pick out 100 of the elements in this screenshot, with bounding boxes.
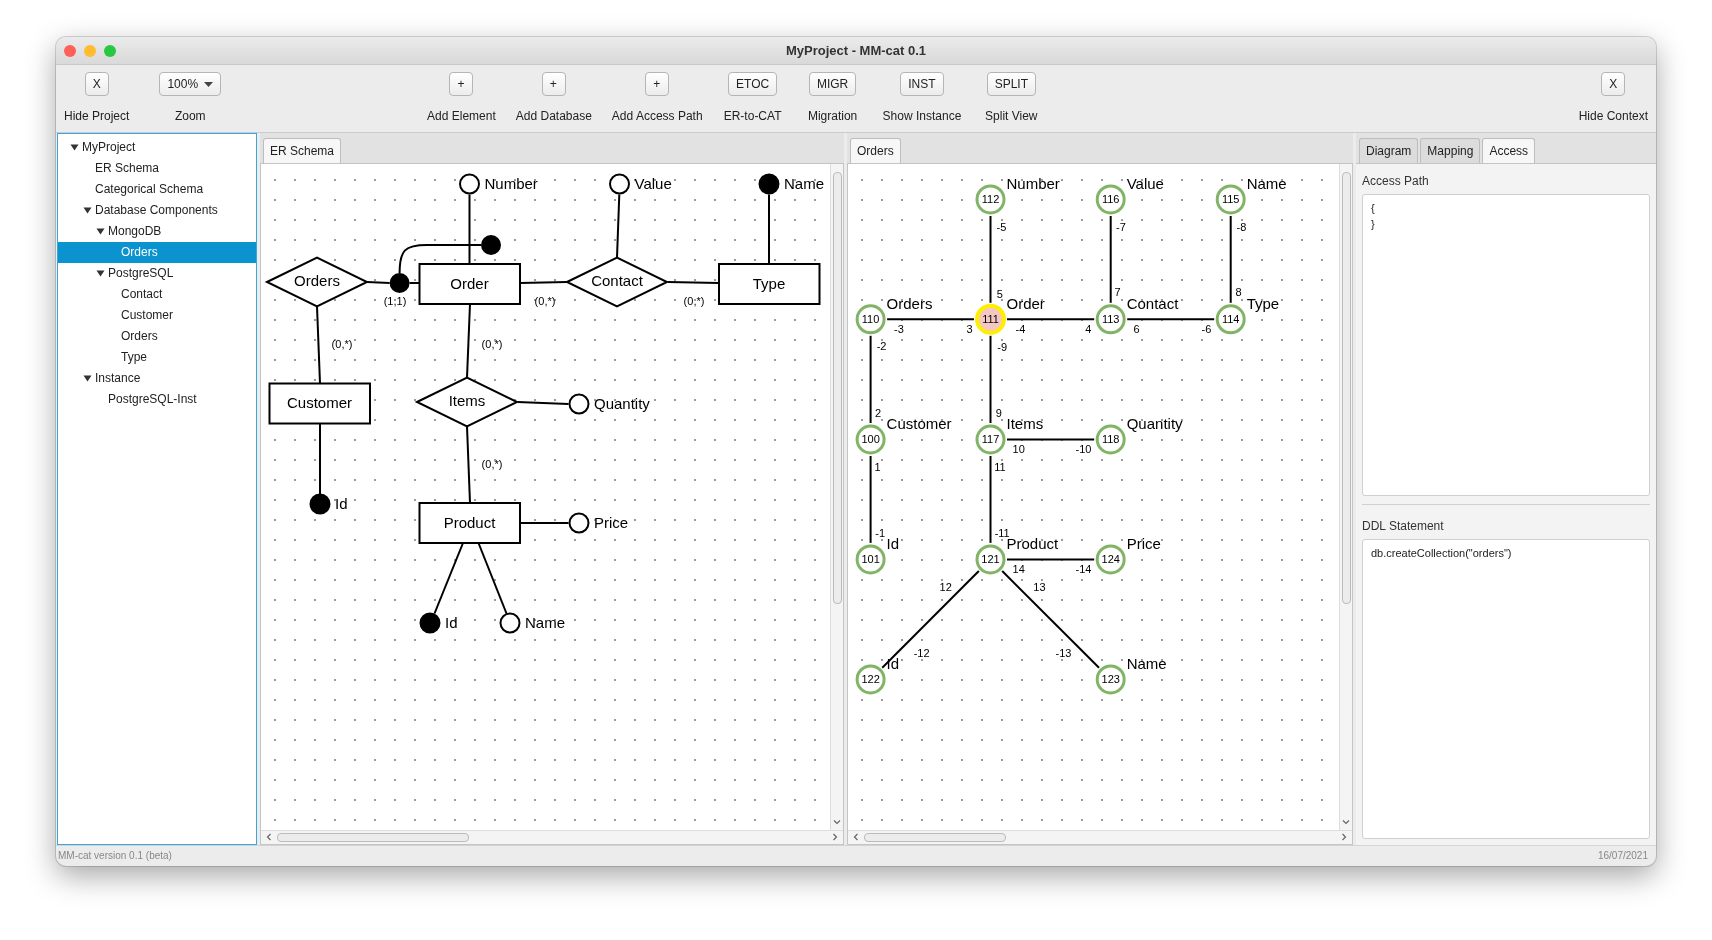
- access-path-field[interactable]: { }: [1362, 193, 1650, 496]
- attribute-name: Id: [445, 613, 458, 631]
- toolbar-label: Zoom: [174, 109, 206, 124]
- morphism-label: -13: [1055, 646, 1072, 659]
- toolbar-button[interactable]: +: [449, 72, 474, 97]
- morphism-label: 12: [939, 580, 952, 593]
- object-node[interactable]: [1215, 183, 1246, 214]
- object-node[interactable]: [1095, 183, 1126, 214]
- toolbar-label: Migration: [807, 109, 858, 124]
- caret-icon: [204, 81, 214, 87]
- expanded-triangle-icon[interactable]: [83, 373, 92, 383]
- scroll-down-icon[interactable]: [1342, 817, 1350, 826]
- object-node[interactable]: [975, 424, 1006, 455]
- object-id: 100: [861, 432, 880, 445]
- scroll-left-icon[interactable]: [852, 833, 860, 842]
- object-id: 101: [861, 552, 880, 565]
- morphism-label: -12: [913, 646, 930, 659]
- context-tab[interactable]: Access: [1482, 137, 1536, 163]
- tree-item[interactable]: Instance: [58, 367, 256, 389]
- cardinality-label: (0,*): [481, 457, 503, 470]
- zoom-dropdown[interactable]: 100%: [159, 72, 222, 97]
- pane-tab[interactable]: Orders: [850, 137, 901, 163]
- object-name: Order: [1006, 294, 1045, 312]
- expanded-triangle-icon[interactable]: [70, 142, 79, 152]
- object-name: Name: [1126, 654, 1167, 672]
- object-node[interactable]: [1095, 424, 1126, 455]
- toolbar-button[interactable]: +: [541, 72, 566, 97]
- object-node[interactable]: [975, 183, 1006, 214]
- tree-item[interactable]: Categorical Schema: [58, 178, 256, 200]
- expanded-triangle-icon[interactable]: [96, 226, 105, 236]
- cardinality-label: (0,*): [683, 294, 705, 307]
- object-id: 124: [1101, 552, 1120, 565]
- object-node[interactable]: [855, 663, 886, 694]
- toolbar-button[interactable]: X: [1601, 72, 1626, 97]
- expanded-triangle-icon[interactable]: [83, 205, 92, 215]
- morphism-label: -9: [997, 340, 1008, 353]
- morphism-label: 5: [996, 287, 1003, 300]
- object-node[interactable]: [975, 543, 1006, 574]
- tree-item[interactable]: Type: [58, 346, 256, 368]
- object-node[interactable]: [855, 543, 886, 574]
- field-label: DDL Statement: [1362, 518, 1445, 533]
- toolbar-label: Show Instance: [882, 109, 962, 124]
- object-node[interactable]: [1095, 543, 1126, 574]
- object-id: 117: [981, 432, 1000, 445]
- toolbar-button[interactable]: MIGR: [808, 72, 857, 97]
- toolbar-button[interactable]: +: [645, 72, 670, 97]
- object-id: 112: [981, 192, 1000, 205]
- toolbar-label: ER-to-CAT: [723, 109, 782, 124]
- tree-item[interactable]: MongoDB: [58, 220, 256, 242]
- expanded-triangle-icon[interactable]: [96, 268, 105, 278]
- object-name: Quantity: [1126, 415, 1183, 432]
- scroll-left-icon[interactable]: [265, 833, 273, 842]
- pane-tab[interactable]: ER Schema: [263, 137, 342, 163]
- object-id: 115: [1221, 192, 1240, 205]
- vertical-scrollbar[interactable]: [1339, 163, 1352, 830]
- context-tab[interactable]: Diagram: [1359, 137, 1419, 163]
- tree-item[interactable]: PostgreSQL-Inst: [58, 388, 256, 410]
- object-node[interactable]: [1095, 303, 1126, 334]
- attribute-name: Name: [525, 613, 565, 631]
- morphism-label: -8: [1236, 220, 1247, 233]
- morphism-label: 7: [1114, 285, 1121, 298]
- scroll-down-icon[interactable]: [833, 817, 841, 826]
- toolbar-button[interactable]: X: [84, 72, 109, 97]
- object-node[interactable]: [855, 424, 886, 455]
- ddl-field[interactable]: db.createCollection("orders"): [1362, 538, 1650, 839]
- tree-item[interactable]: Contact: [58, 283, 256, 305]
- toolbar-label: Add Access Path: [611, 109, 703, 124]
- scroll-right-icon[interactable]: [831, 833, 839, 842]
- morphism-label: 1: [874, 460, 881, 473]
- morphism-label: 14: [1012, 562, 1025, 575]
- morphism-label: 3: [966, 322, 973, 335]
- tree-item[interactable]: Database Components: [58, 199, 256, 221]
- object-id: 111: [982, 312, 999, 325]
- vertical-scrollbar[interactable]: [830, 163, 843, 830]
- object-name: Number: [1006, 174, 1060, 192]
- scroll-right-icon[interactable]: [1340, 833, 1348, 842]
- tree-item[interactable]: Orders: [58, 325, 256, 347]
- object-name: Customer: [886, 415, 952, 432]
- cardinality-label: (0,*): [481, 337, 503, 350]
- object-node[interactable]: [1215, 303, 1246, 334]
- toolbar-button[interactable]: SPLIT: [986, 72, 1036, 97]
- context-tab[interactable]: Mapping: [1420, 137, 1481, 163]
- object-id: 113: [1101, 312, 1120, 325]
- entity-name: Type: [752, 274, 786, 292]
- object-name: Id: [886, 654, 900, 672]
- toolbar-button[interactable]: INST: [900, 72, 944, 97]
- toolbar-label: Add Database: [515, 109, 592, 124]
- connector-line: [366, 280, 391, 284]
- object-name: Items: [1006, 415, 1044, 432]
- object-node[interactable]: [1095, 663, 1126, 694]
- tree-item[interactable]: ER Schema: [58, 157, 256, 179]
- tree-item[interactable]: Customer: [58, 304, 256, 326]
- toolbar-button[interactable]: ETOC: [728, 72, 778, 97]
- object-id: 123: [1101, 672, 1120, 685]
- tree-item[interactable]: MyProject: [58, 136, 256, 158]
- object-name: Contact: [1126, 294, 1179, 312]
- tree-item[interactable]: PostgreSQL: [58, 262, 256, 284]
- morphism-label: -2: [876, 339, 887, 352]
- object-name: Orders: [886, 294, 933, 312]
- object-node[interactable]: [855, 303, 886, 334]
